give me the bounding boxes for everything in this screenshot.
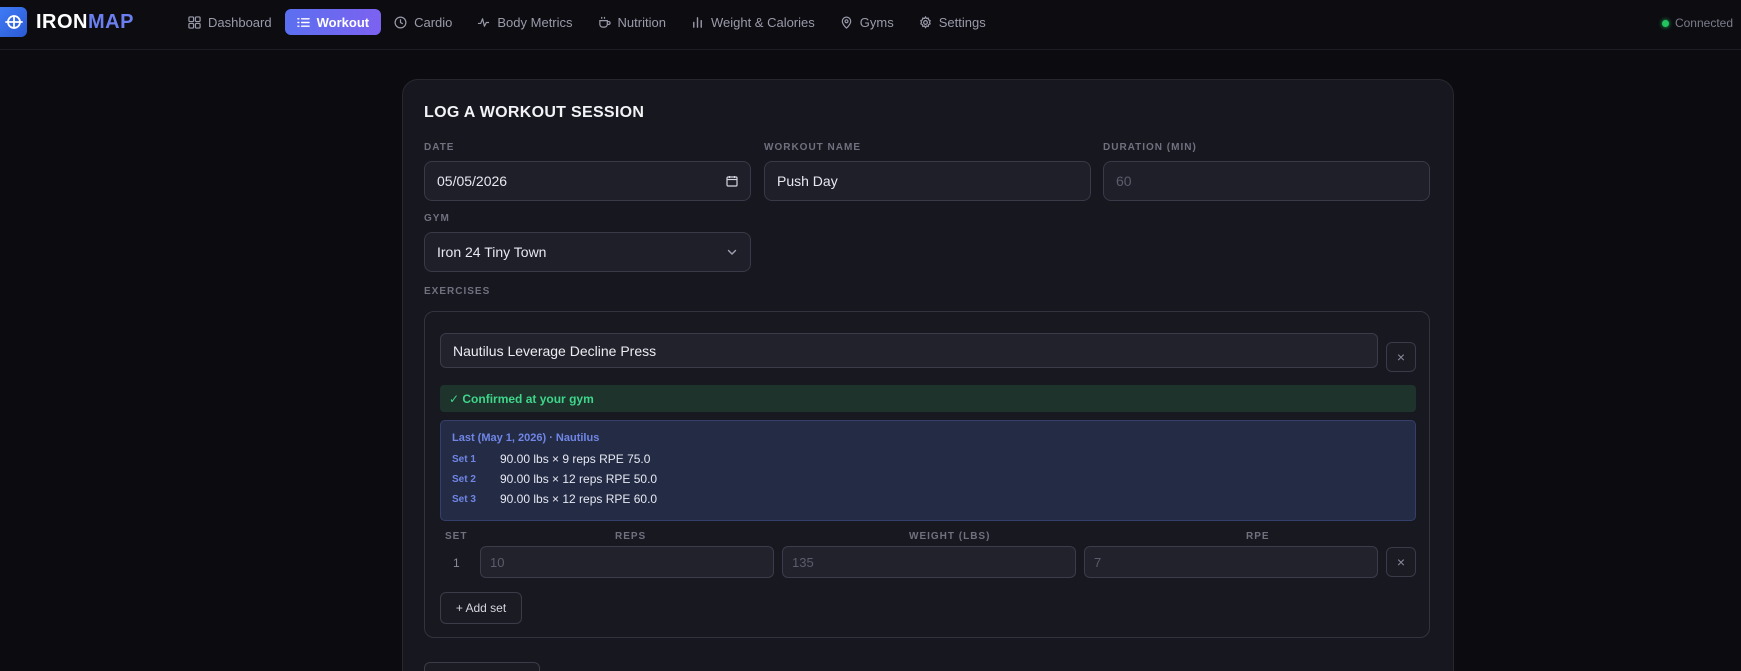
app-logo[interactable]: IRONMAP xyxy=(0,7,134,37)
calendar-icon[interactable] xyxy=(726,175,738,187)
history-set-value: 90.00 lbs × 12 reps RPE 50.0 xyxy=(500,472,658,486)
nav-item-nutrition[interactable]: Nutrition xyxy=(586,9,678,35)
nav-item-body-metrics[interactable]: Body Metrics xyxy=(465,9,584,35)
coffee-cup-icon xyxy=(598,16,611,28)
dumbbell-pin-icon xyxy=(0,7,27,37)
history-set-value: 90.00 lbs × 12 reps RPE 60.0 xyxy=(500,492,658,506)
reps-column-header: REPS xyxy=(615,531,647,542)
date-input[interactable]: 05/05/2026 xyxy=(424,161,751,201)
nav-label: Body Metrics xyxy=(497,14,573,30)
date-value: 05/05/2026 xyxy=(437,173,508,189)
history-set-value: 90.00 lbs × 9 reps RPE 75.0 xyxy=(500,452,651,466)
workout-name-input[interactable]: Push Day xyxy=(764,161,1091,201)
rpe-input[interactable]: 7 xyxy=(1084,546,1378,578)
brand-name-part1: IRON xyxy=(36,10,88,33)
list-icon xyxy=(296,17,310,27)
weight-column-header: WEIGHT (LBS) xyxy=(909,531,991,542)
connection-status: Connected xyxy=(1661,16,1733,30)
workout-name-label: WORKOUT NAME xyxy=(764,142,861,153)
clock-icon xyxy=(394,16,407,28)
log-workout-card: LOG A WORKOUT SESSION DATE 05/05/2026 WO… xyxy=(402,79,1454,671)
nav-label: Workout xyxy=(316,14,370,30)
duration-input[interactable]: 60 xyxy=(1103,161,1430,201)
gym-label: GYM xyxy=(424,213,450,224)
nav-item-cardio[interactable]: Cardio xyxy=(382,9,464,35)
brand-name-part2: MAP xyxy=(88,10,134,33)
history-set-label: Set 1 xyxy=(452,453,476,465)
history-set-label: Set 2 xyxy=(452,473,476,485)
nav-item-settings[interactable]: Settings xyxy=(907,9,998,35)
chevron-down-icon xyxy=(726,246,738,258)
workout-name-value: Push Day xyxy=(777,173,838,189)
add-set-button[interactable]: + Add set xyxy=(440,592,522,624)
set-number: 1 xyxy=(453,556,460,570)
gear-icon xyxy=(919,15,931,29)
history-row: Set 3 90.00 lbs × 12 reps RPE 60.0 xyxy=(452,492,657,506)
last-session-panel: Last (May 1, 2026) · Nautilus Set 1 90.0… xyxy=(440,420,1416,521)
nav-label: Gyms xyxy=(859,14,894,30)
nav-label: Nutrition xyxy=(617,14,666,30)
page-title: LOG A WORKOUT SESSION xyxy=(424,104,645,121)
exercise-card: Nautilus Leverage Decline Press × ✓ Conf… xyxy=(424,311,1430,638)
bar-chart-icon xyxy=(693,16,702,28)
duration-placeholder: 60 xyxy=(1116,173,1132,189)
grid-icon xyxy=(188,15,201,29)
nav-item-dashboard[interactable]: Dashboard xyxy=(176,9,284,35)
last-session-header: Last (May 1, 2026) · Nautilus xyxy=(452,432,600,444)
exercise-name-input[interactable]: Nautilus Leverage Decline Press xyxy=(440,333,1378,368)
set-column-header: SET xyxy=(445,531,468,542)
nav-item-gyms[interactable]: Gyms xyxy=(828,9,906,35)
status-dot-icon xyxy=(1661,19,1669,27)
history-row: Set 2 90.00 lbs × 12 reps RPE 50.0 xyxy=(452,472,657,486)
weight-placeholder: 135 xyxy=(792,554,814,570)
remove-exercise-button[interactable]: × xyxy=(1386,342,1416,372)
map-pin-icon xyxy=(841,16,852,29)
gym-confirmed-badge: ✓ Confirmed at your gym xyxy=(440,385,1416,412)
top-navigation-bar: IRONMAP Dashboard Workout Cardio Body Me… xyxy=(0,0,1741,50)
close-icon: × xyxy=(1396,554,1406,570)
rpe-placeholder: 7 xyxy=(1094,554,1102,570)
weight-input[interactable]: 135 xyxy=(782,546,1076,578)
history-row: Set 1 90.00 lbs × 9 reps RPE 75.0 xyxy=(452,452,650,466)
nav-item-weight-calories[interactable]: Weight & Calories xyxy=(679,9,827,35)
date-label: DATE xyxy=(424,142,455,153)
reps-input[interactable]: 10 xyxy=(480,546,774,578)
reps-placeholder: 10 xyxy=(490,554,505,570)
brand-name: IRONMAP xyxy=(36,11,134,34)
close-icon: × xyxy=(1396,349,1406,365)
remove-set-button[interactable]: × xyxy=(1386,547,1416,577)
nav-label: Settings xyxy=(938,14,986,30)
gym-value: Iron 24 Tiny Town xyxy=(437,244,547,260)
activity-icon xyxy=(478,17,490,27)
nav-label: Weight & Calories xyxy=(710,14,815,30)
add-exercise-button[interactable] xyxy=(424,662,540,671)
history-set-label: Set 3 xyxy=(452,493,476,505)
main-nav: Dashboard Workout Cardio Body Metrics Nu… xyxy=(176,9,999,35)
duration-label: DURATION (MIN) xyxy=(1103,142,1197,153)
exercise-name-value: Nautilus Leverage Decline Press xyxy=(453,342,657,359)
exercises-label: EXERCISES xyxy=(424,286,491,297)
nav-label: Cardio xyxy=(414,14,453,30)
rpe-column-header: RPE xyxy=(1246,531,1270,542)
status-text: Connected xyxy=(1674,16,1733,30)
nav-label: Dashboard xyxy=(208,14,272,30)
gym-select[interactable]: Iron 24 Tiny Town xyxy=(424,232,751,272)
nav-item-workout[interactable]: Workout xyxy=(284,9,382,35)
